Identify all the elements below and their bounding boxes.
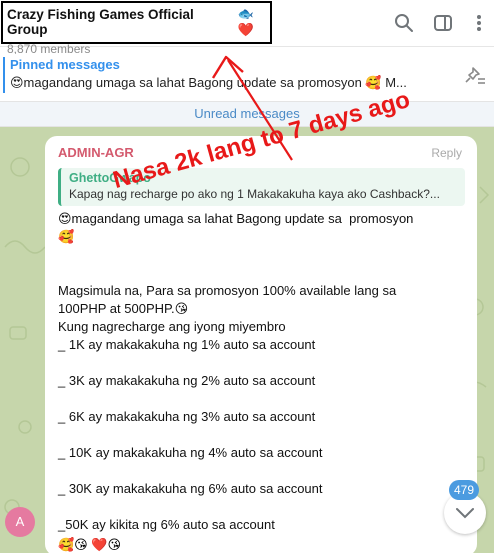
title-line: Crazy Fishing Games Official Group 🐟❤️	[7, 6, 270, 38]
unread-count-badge: 479	[449, 480, 480, 500]
chat-title-area[interactable]: Crazy Fishing Games Official Group 🐟❤️ 8…	[1, 1, 272, 56]
more-options-icon[interactable]	[468, 12, 490, 34]
sender-avatar[interactable]: A	[5, 507, 35, 537]
search-icon[interactable]	[393, 12, 415, 34]
chat-title: Crazy Fishing Games Official Group	[7, 7, 194, 37]
sidebar-toggle-icon[interactable]	[432, 12, 454, 34]
pinned-text: 😍magandang umaga sa lahat Bagong update …	[10, 75, 407, 90]
pin-list-icon[interactable]	[464, 66, 486, 91]
reply-label[interactable]: Reply	[431, 146, 462, 160]
message-bubble[interactable]: ADMIN-AGR Reply GhettoGwapo Kapag nag re…	[45, 136, 477, 553]
pinned-label: Pinned messages	[10, 57, 120, 72]
unread-messages-divider: Unread messages	[0, 101, 494, 127]
message-body: 😍magandang umaga sa lahat Bagong update …	[58, 211, 414, 532]
pinned-indicator	[3, 57, 5, 93]
message-reactions[interactable]: 🥰😘 ❤️😘	[58, 537, 121, 553]
title-emojis: 🐟❤️	[237, 6, 254, 37]
chevron-down-icon	[456, 508, 474, 519]
chat-header: Crazy Fishing Games Official Group 🐟❤️ 8…	[0, 0, 494, 56]
pinned-message-bar[interactable]: Pinned messages 😍magandang umaga sa laha…	[0, 54, 494, 98]
